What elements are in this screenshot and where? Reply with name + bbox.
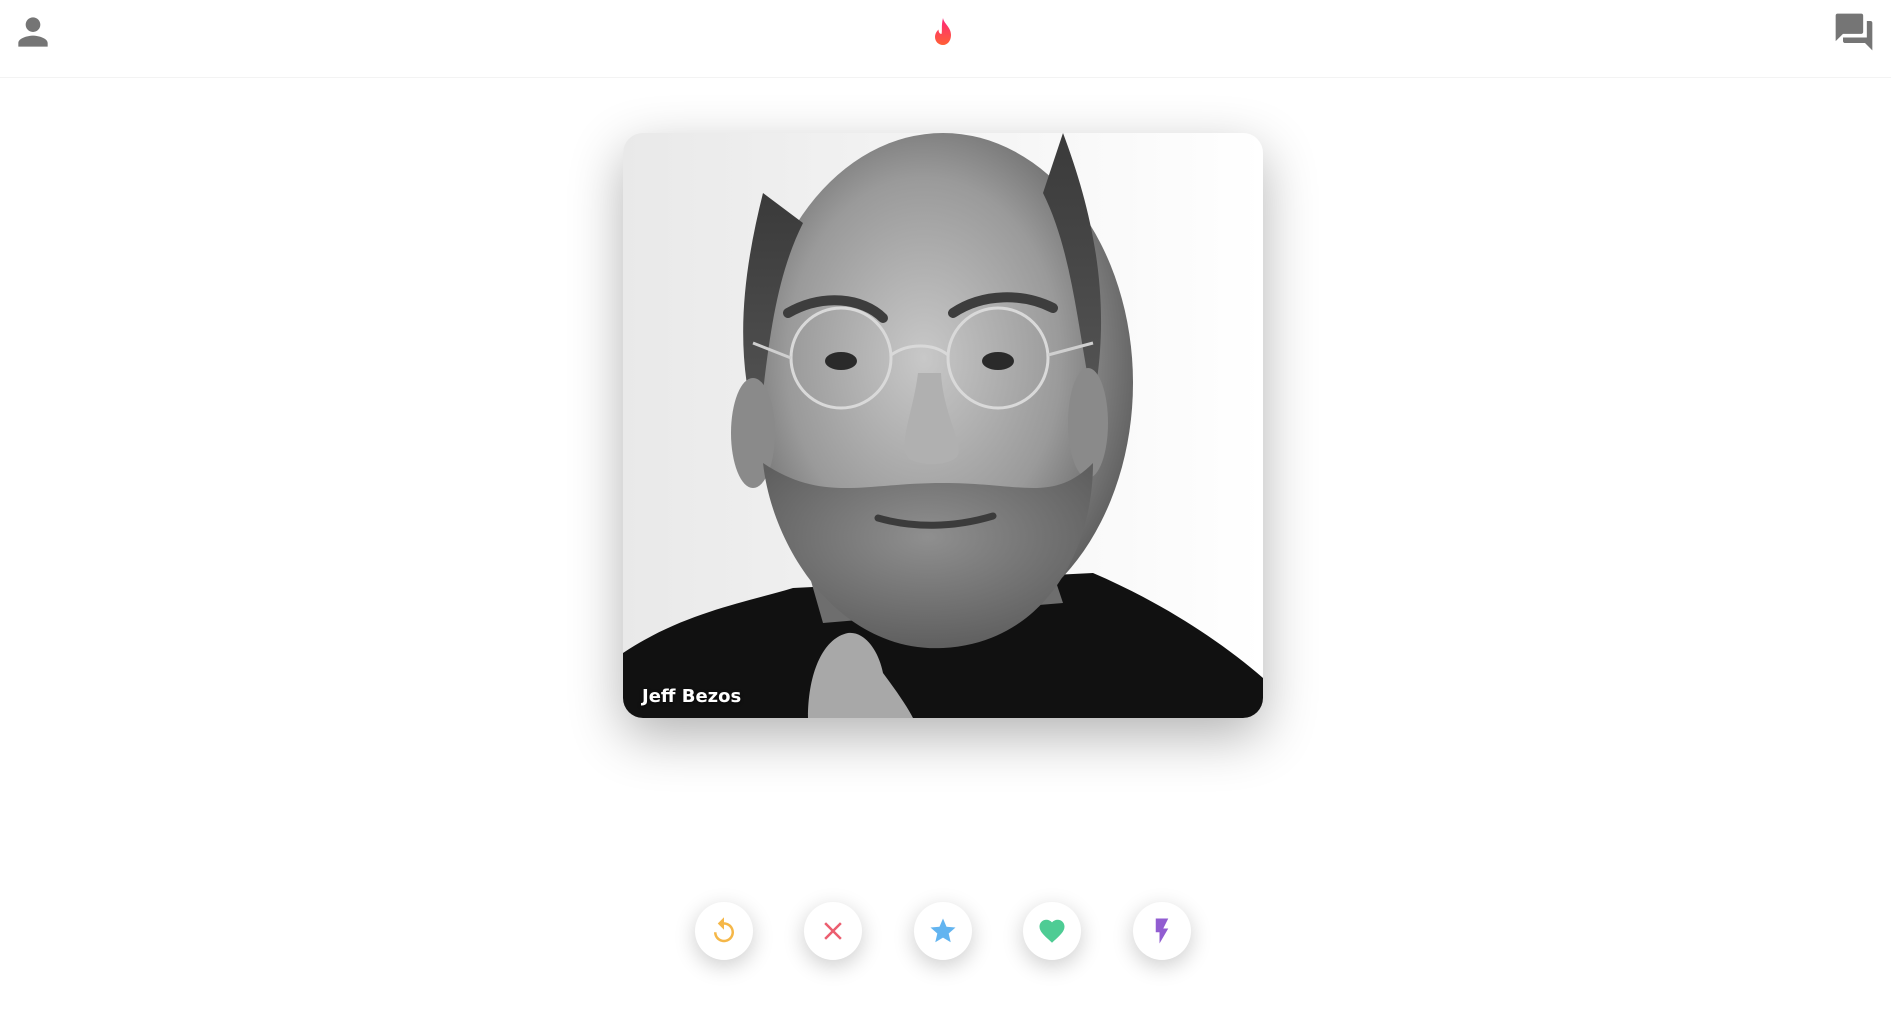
action-bar <box>695 902 1195 960</box>
heart-icon <box>1039 919 1065 943</box>
rewind-button[interactable] <box>695 902 753 960</box>
person-icon <box>18 17 48 47</box>
boost-button[interactable] <box>1133 902 1191 960</box>
profile-button[interactable] <box>11 10 55 54</box>
logo-button[interactable] <box>921 10 965 54</box>
star-icon <box>930 918 956 943</box>
like-button[interactable] <box>1023 902 1081 960</box>
profile-name: Jeff Bezos <box>642 686 742 707</box>
super-like-button[interactable] <box>914 902 972 960</box>
nope-button[interactable] <box>804 902 862 960</box>
app-header <box>0 0 1891 78</box>
close-icon <box>824 922 842 940</box>
replay-icon <box>714 917 734 943</box>
profile-card[interactable]: Jeff Bezos <box>623 133 1263 718</box>
flame-icon <box>935 18 951 45</box>
chats-button[interactable] <box>1832 10 1876 54</box>
lightning-icon <box>1155 918 1169 944</box>
forum-icon <box>1835 13 1873 51</box>
profile-photo <box>623 133 1263 718</box>
